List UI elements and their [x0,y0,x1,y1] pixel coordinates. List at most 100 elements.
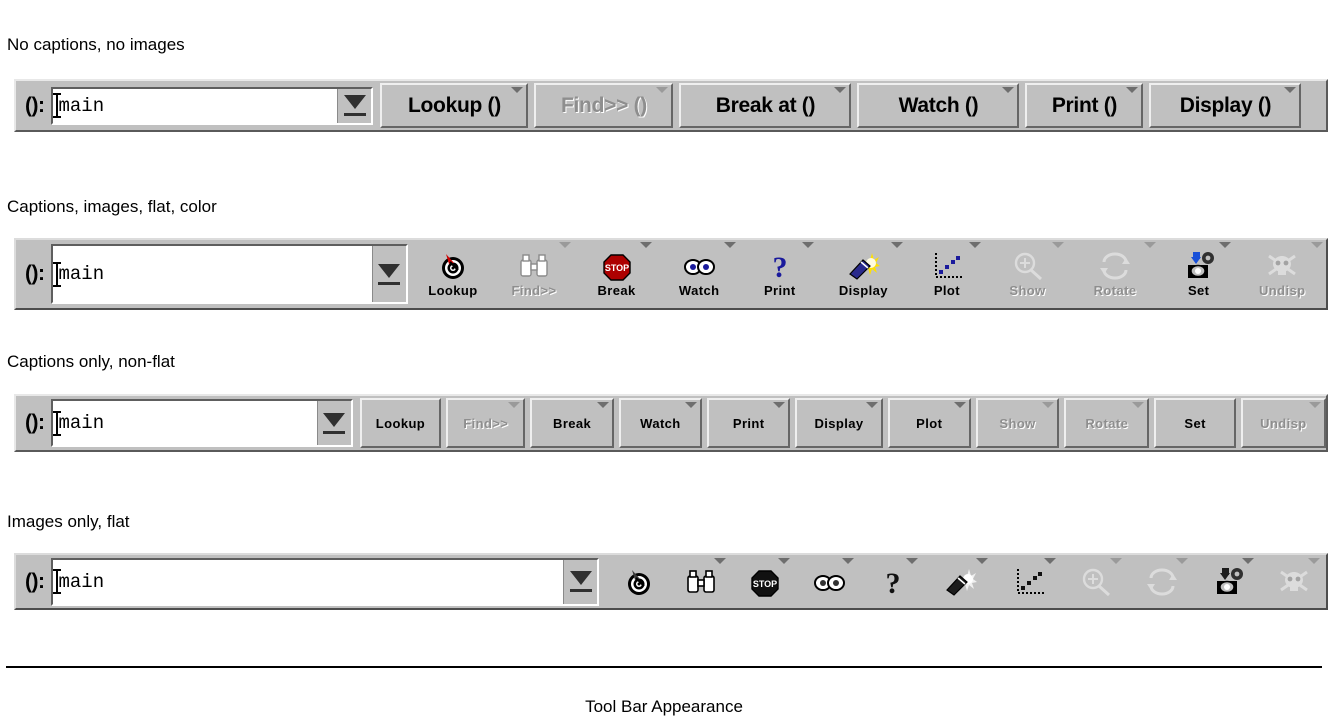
chevron-down-icon[interactable] [1044,557,1057,564]
expression-combo-box[interactable]: main [51,86,374,125]
chevron-down-icon[interactable] [1311,242,1323,248]
scatter-plot-icon [934,253,962,278]
chevron-down-icon[interactable] [1143,242,1156,248]
combo-prompt-label: (): [25,93,45,117]
chevron-down-icon[interactable] [596,402,609,408]
show-button[interactable]: Show [987,240,1068,308]
toolbar-captions-only-non-flat[interactable]: (): main Lookup Find>> Break Watch Print [14,394,1328,452]
chevron-down-icon[interactable] [371,246,406,302]
chevron-down-icon[interactable] [640,242,653,248]
watch-button[interactable]: Watch () [857,83,1020,128]
chevron-down-icon[interactable] [834,87,847,93]
display-button[interactable]: Display [795,398,883,448]
skull-icon [1280,570,1309,591]
chevron-down-icon[interactable] [1052,242,1065,248]
toolbar-captions-images-flat-color[interactable]: (): main Lookup Find>> STOP Break Watch … [14,238,1328,310]
expression-combo-box[interactable]: main [51,399,353,447]
chevron-down-icon[interactable] [1219,242,1232,248]
lookup-button-label: Lookup [375,416,426,431]
watch-button[interactable] [801,555,858,608]
chevron-down-icon[interactable] [1132,402,1145,408]
print-button[interactable]: Print () [1025,83,1144,128]
find-button[interactable]: Find>> [446,398,526,448]
rotate-button[interactable]: Rotate [1064,398,1150,448]
break-button[interactable]: STOP [737,555,794,608]
print-button[interactable]: ? [865,555,922,608]
chevron-down-icon[interactable] [842,557,855,564]
chevron-down-icon[interactable] [976,557,989,564]
plot-button[interactable]: Plot [887,398,971,448]
toolbar-no-captions-no-images[interactable]: (): main Lookup () Find>> () Break at ()… [14,79,1328,132]
set-button[interactable] [1199,555,1258,608]
chevron-down-icon[interactable] [865,402,878,408]
display-button[interactable]: Display () [1149,83,1302,128]
show-button-label: Show [1009,283,1046,298]
rotate-button[interactable]: Rotate [1071,240,1159,308]
lookup-button[interactable]: Lookup () [380,83,529,128]
gears-icon [1187,252,1214,278]
lookup-button[interactable] [613,555,666,608]
chevron-down-icon[interactable] [906,557,919,564]
chevron-down-icon[interactable] [1042,402,1055,408]
show-button[interactable]: Show [975,398,1060,448]
chevron-down-icon[interactable] [714,557,727,564]
text-caret [53,410,62,436]
find-button[interactable]: Find>> () [534,83,674,128]
break-at-button-label: Break at () [715,93,816,117]
chevron-down-icon[interactable] [968,242,981,248]
expression-input[interactable]: main [53,246,371,302]
lookup-button[interactable]: Lookup [415,240,491,308]
chevron-down-icon[interactable] [1110,557,1123,564]
expression-combo-box[interactable]: main [51,244,408,304]
find-button[interactable]: Find>> [494,240,574,308]
show-button[interactable] [1067,555,1126,608]
chevron-down-icon[interactable] [778,557,791,564]
print-button[interactable]: Print [707,398,791,448]
watch-button[interactable]: Watch [659,240,739,308]
undisp-button[interactable]: Undisp [1238,240,1326,308]
undisp-button[interactable] [1265,555,1324,608]
watch-button[interactable]: Watch [618,398,703,448]
chevron-down-icon[interactable] [773,402,786,408]
toolbar-images-only-flat[interactable]: (): main STOP ? [14,553,1328,610]
chevron-down-icon[interactable] [1309,402,1322,408]
chevron-down-icon[interactable] [508,402,521,408]
chevron-down-icon[interactable] [891,242,904,248]
rotate-button[interactable] [1133,555,1192,608]
set-button[interactable]: Set [1162,240,1235,308]
chevron-down-icon[interactable] [656,87,669,93]
chevron-down-icon[interactable] [953,402,966,408]
break-button[interactable]: STOP Break [577,240,656,308]
question-icon: ? [772,251,787,282]
chevron-down-icon[interactable] [801,242,814,248]
display-button[interactable] [929,555,992,608]
expression-input[interactable]: main [53,401,316,445]
chevron-down-icon[interactable] [563,559,598,604]
plot-button[interactable] [999,555,1060,608]
chevron-down-icon[interactable] [337,88,372,123]
chevron-down-icon[interactable] [511,87,524,93]
chevron-down-icon[interactable] [723,242,736,248]
expression-input[interactable]: main [53,560,563,604]
watch-button-label: Watch [640,416,681,431]
chevron-down-icon[interactable] [685,402,698,408]
break-button[interactable]: Break [530,398,614,448]
undisp-button[interactable]: Undisp [1240,398,1327,448]
chevron-down-icon[interactable] [1176,557,1189,564]
plot-button[interactable]: Plot [910,240,984,308]
chevron-down-icon[interactable] [1126,87,1139,93]
chevron-down-icon[interactable] [316,401,351,445]
chevron-down-icon[interactable] [558,242,571,248]
find-button[interactable] [673,555,730,608]
display-button[interactable]: Display [820,240,907,308]
chevron-down-icon[interactable] [1002,87,1015,93]
chevron-down-icon[interactable] [1284,87,1297,93]
expression-input[interactable]: main [53,89,337,123]
print-button[interactable]: ? Print [742,240,817,308]
chevron-down-icon[interactable] [1242,557,1255,564]
set-button[interactable]: Set [1154,398,1236,448]
expression-combo-box[interactable]: main [51,557,600,606]
lookup-button[interactable]: Lookup [359,398,442,448]
break-at-button[interactable]: Break at () [679,83,852,128]
chevron-down-icon[interactable] [1308,557,1321,564]
